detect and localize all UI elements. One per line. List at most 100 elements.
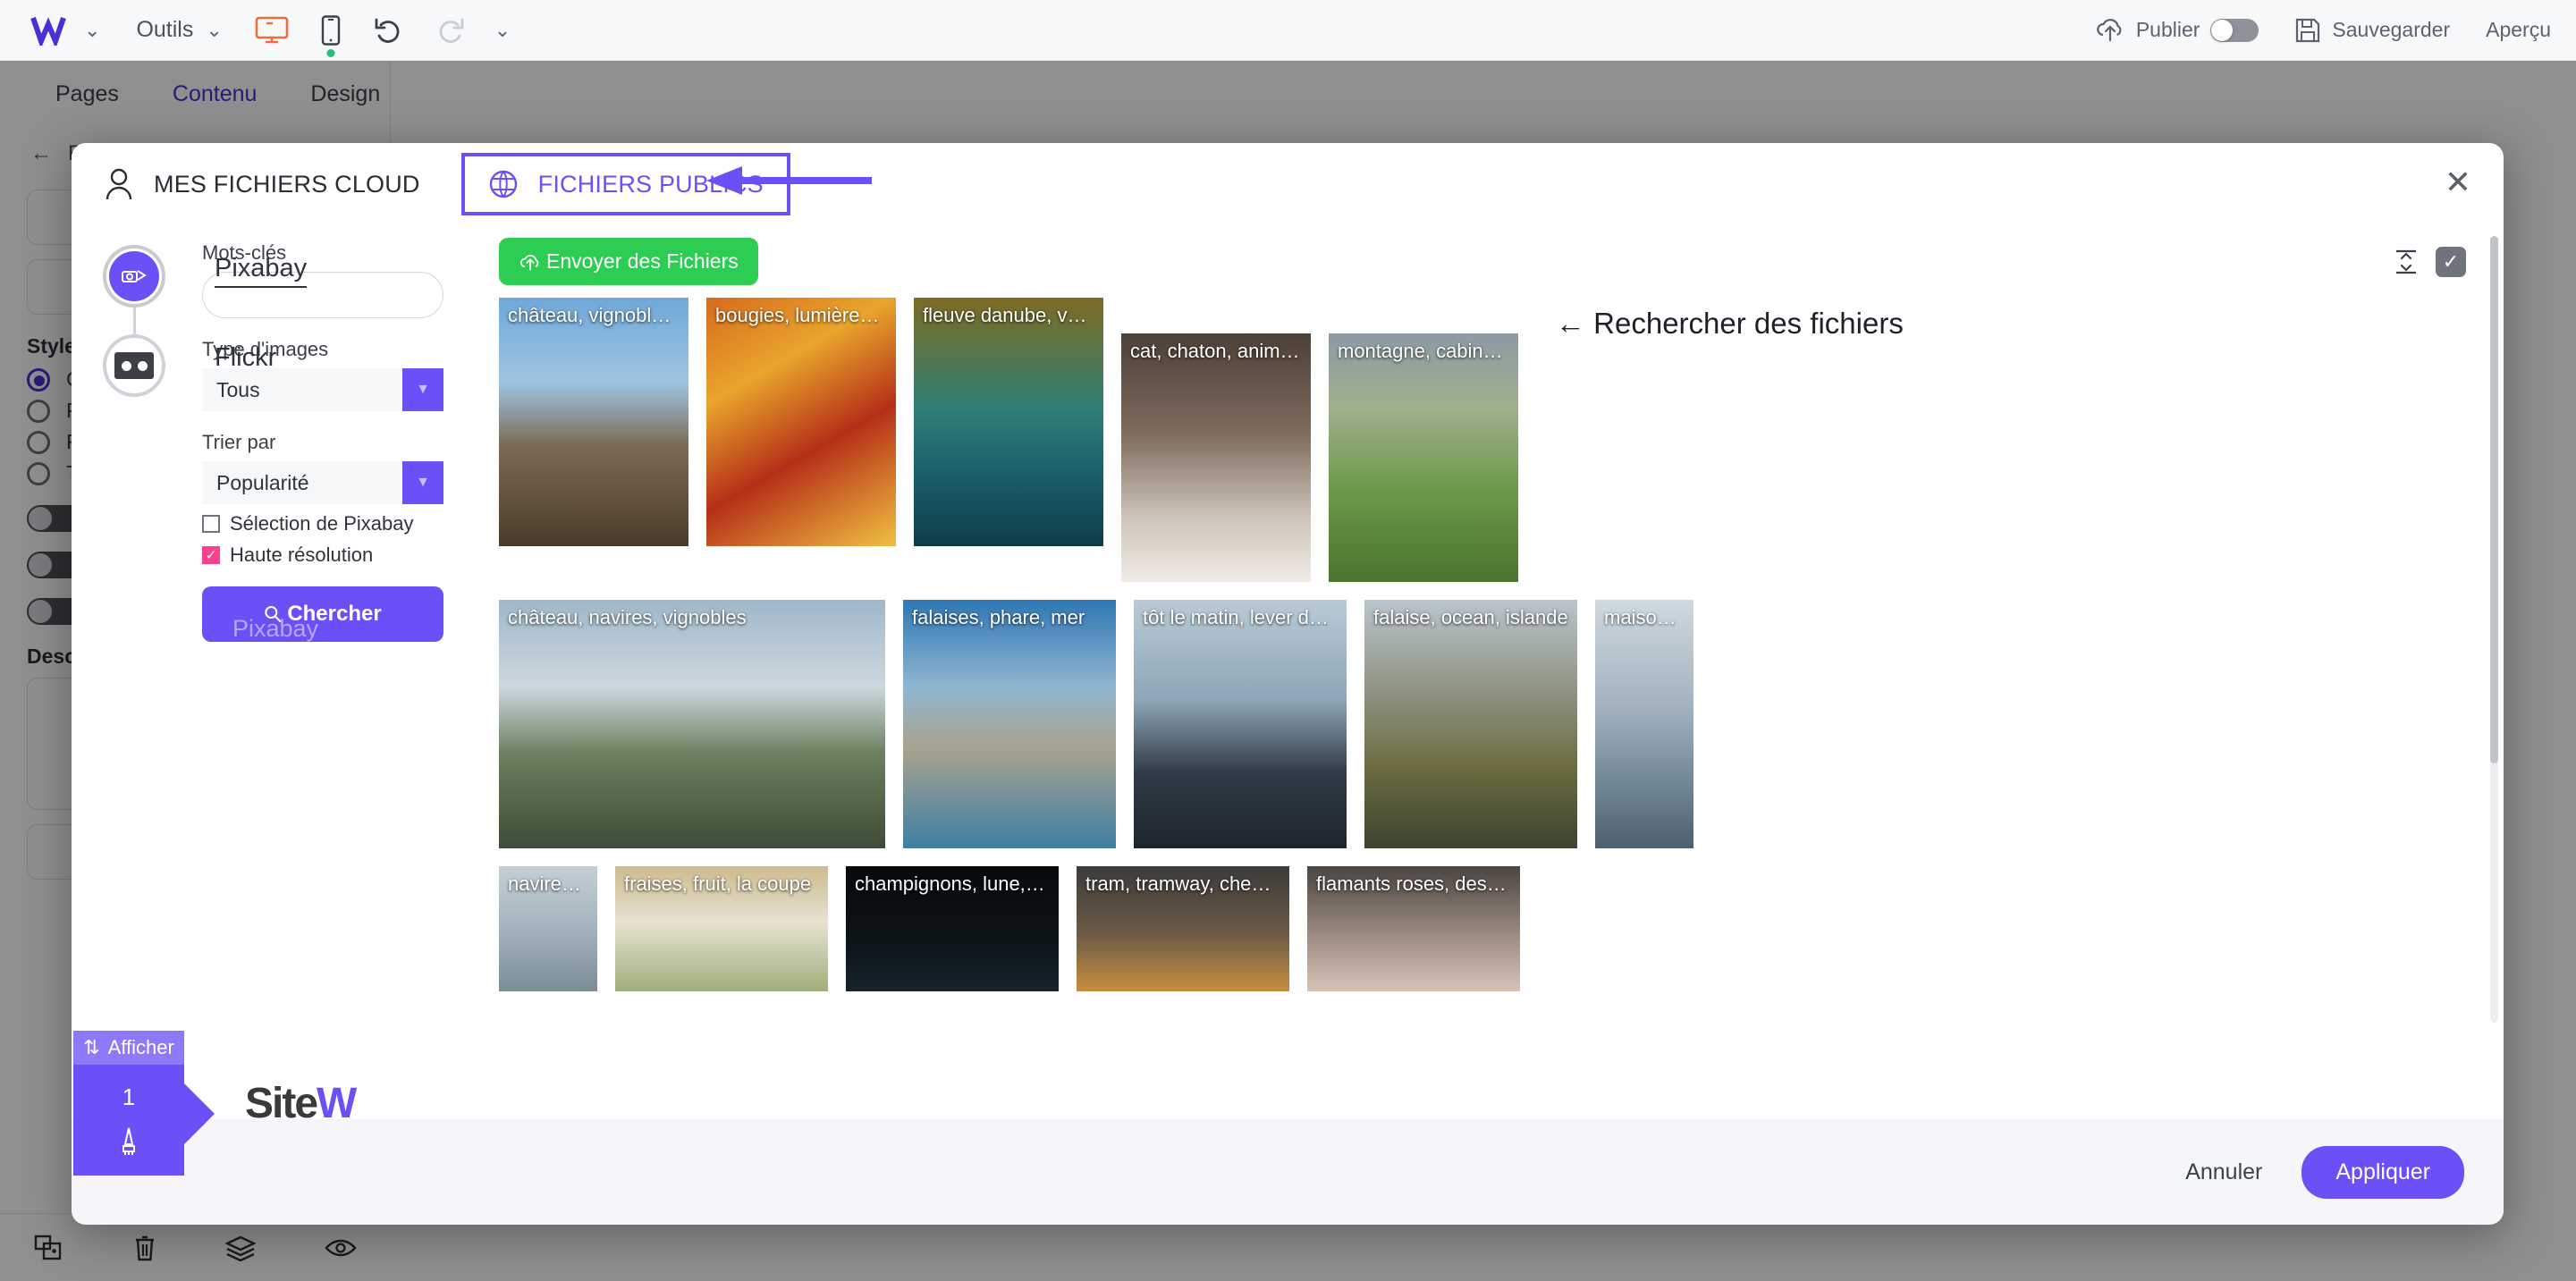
redo-arrow-icon [439,18,464,43]
image-caption: tram, tramway, chemin de fer [1085,872,1289,895]
undo-arrow-icon [375,18,400,43]
sort-vertical-icon[interactable] [2393,249,2420,275]
provider-pixabay[interactable] [103,245,165,308]
image-type-value: Tous [216,377,260,401]
results-toolbar: Envoyer des Fichiers ✓ [483,238,2504,285]
image-result-tile[interactable]: flamants roses, des oiseaux, nature [1307,866,1520,991]
chevron-down-icon[interactable]: ▼ [402,368,443,411]
cloud-upload-icon [2097,18,2122,41]
image-caption: falaises, phare, mer [912,606,1085,628]
image-result-tile[interactable]: château, vignobles, cochem [499,298,688,546]
upload-label: Envoyer des Fichiers [546,249,739,273]
badge-body: 1 [73,1065,184,1176]
badge-count: 1 [122,1083,136,1110]
sort-value: Popularité [216,470,309,494]
sitew-logo: SiteW [245,1079,357,1128]
publish-label: Publier [2135,18,2200,41]
image-result-tile[interactable]: cat, chaton, animal de compagnie [1121,333,1311,582]
image-caption: fraises, fruit, la coupe [624,872,812,895]
tools-menu[interactable]: Outils [136,17,193,43]
sort-label: Trier par [202,431,276,453]
undo-button[interactable] [373,17,403,44]
image-result-tile[interactable]: tôt le matin, lever du soleil, femme [1134,600,1347,848]
image-result-tile[interactable]: falaise, ocean, islande [1364,600,1577,848]
image-result-tile[interactable]: tram, tramway, chemin de fer [1077,866,1289,991]
chevron-down-icon[interactable]: ⌄ [84,19,100,42]
image-result-tile[interactable]: fleuve danube, vague, vague du da… [914,298,1103,546]
checkbox-icon [202,515,220,533]
mobile-view-button[interactable] [321,14,341,57]
checkmark-icon: ✓ [202,546,220,564]
cancel-button[interactable]: Annuler [2185,1159,2262,1185]
sitew-logo-text: Site [245,1079,318,1127]
close-icon[interactable]: ✕ [2445,166,2471,198]
select-all-button[interactable]: ✓ [2436,246,2466,277]
sitew-logo-w: W [317,1079,357,1127]
wix-w-logo[interactable] [30,15,72,46]
globe-icon [489,170,517,198]
tab-mes-fichiers-cloud[interactable]: MES FICHIERS CLOUD [104,167,420,201]
image-result-tile[interactable]: château, navires, vignobles [499,600,885,848]
modal-header: MES FICHIERS CLOUD FICHIERS PUBLICS ✕ [72,143,2504,225]
image-type-select[interactable]: Tous ▼ [202,368,443,411]
apply-button[interactable]: Appliquer [2302,1145,2464,1199]
top-toolbar: ⌄ Outils ⌄ ⌄ Publier Sauvegarder Aperçu [0,0,2576,61]
checkbox-selection-pixabay[interactable]: Sélection de Pixabay [202,512,483,535]
image-caption: flamants roses, des oiseaux, nature [1316,872,1520,895]
badge-afficher[interactable]: ⇅ Afficher [73,1031,184,1065]
image-caption: montagne, cabine, prairies [1338,340,1518,362]
publish-toggle[interactable] [2210,18,2259,42]
chevron-down-icon[interactable]: ▼ [402,461,443,504]
mobile-phone-icon [321,14,340,46]
publish-control[interactable]: Publier [2095,18,2259,43]
image-result-tile[interactable]: navires, viticultu… [499,866,597,991]
preview-button[interactable]: Aperçu [2486,18,2551,42]
image-result-tile[interactable]: champignons, lune, automne [846,866,1059,991]
scrollbar-thumb[interactable] [2490,236,2498,763]
sort-updown-icon: ⇅ [83,1036,100,1058]
flickr-logo-icon [114,352,154,379]
chevron-down-icon[interactable]: ⌄ [494,19,511,42]
file-picker-modal: MES FICHIERS CLOUD FICHIERS PUBLICS ✕ Pi… [72,143,2504,1225]
sitew-watermark-badge: ⇅ Afficher 1 SiteW [73,1031,357,1176]
redo-button[interactable] [435,17,466,44]
search-button[interactable]: Pixabay Chercher [202,586,443,642]
cloud-upload-icon [519,254,539,271]
tab-label: MES FICHIERS CLOUD [154,170,420,198]
image-result-tile[interactable]: maisons de gru… [1595,600,1693,848]
image-result-tile[interactable]: falaises, phare, mer [903,600,1116,848]
image-caption: château, vignobles, cochem [508,304,688,326]
provider-rail: Pixabay Flickr [72,225,308,1119]
desktop-view-button[interactable] [255,16,289,45]
mobile-status-dot [326,48,335,57]
results-scrollbar[interactable] [2490,236,2498,1023]
pixabay-logo-icon [109,251,159,301]
user-person-icon [106,168,132,200]
image-caption: cat, chaton, animal de compagnie [1130,340,1311,362]
image-caption: château, navires, vignobles [508,606,747,628]
image-caption: tôt le matin, lever du soleil, femme [1143,606,1347,628]
result-row: château, navires, vignobles falaises, pha… [499,600,2489,848]
magnifier-icon [265,606,282,622]
results-panel: Envoyer des Fichiers ✓ ← Rechercher des … [483,225,2504,1119]
image-result-tile[interactable]: fraises, fruit, la coupe [615,866,828,991]
image-result-tile[interactable]: bougies, lumières, veille [706,298,896,546]
upload-files-button[interactable]: Envoyer des Fichiers [499,238,758,285]
provider-pixabay-label: Pixabay [215,254,308,288]
checkbox-haute-resolution[interactable]: ✓ Haute résolution [202,544,483,567]
brush-icon[interactable] [117,1126,140,1157]
result-row: château, vignobles, cochem bougies, lumiè… [499,298,2489,582]
image-result-tile[interactable]: montagne, cabine, prairies [1329,333,1518,582]
modal-footer: Annuler Appliquer [72,1119,2504,1225]
annotation-arrow-icon [706,166,872,195]
floppy-disk-icon [2296,18,2320,42]
chevron-down-icon[interactable]: ⌄ [206,19,222,42]
preview-label: Aperçu [2486,18,2551,41]
image-caption: navires, viticultu… [508,872,597,895]
sort-select[interactable]: Popularité ▼ [202,461,443,504]
image-caption: falaise, ocean, islande [1373,606,1568,628]
save-label: Sauvegarder [2332,18,2451,41]
save-button[interactable]: Sauvegarder [2294,17,2450,44]
annotation-rechercher-des-fichiers: ← Rechercher des fichiers [1556,307,1904,340]
provider-flickr[interactable] [103,334,165,397]
